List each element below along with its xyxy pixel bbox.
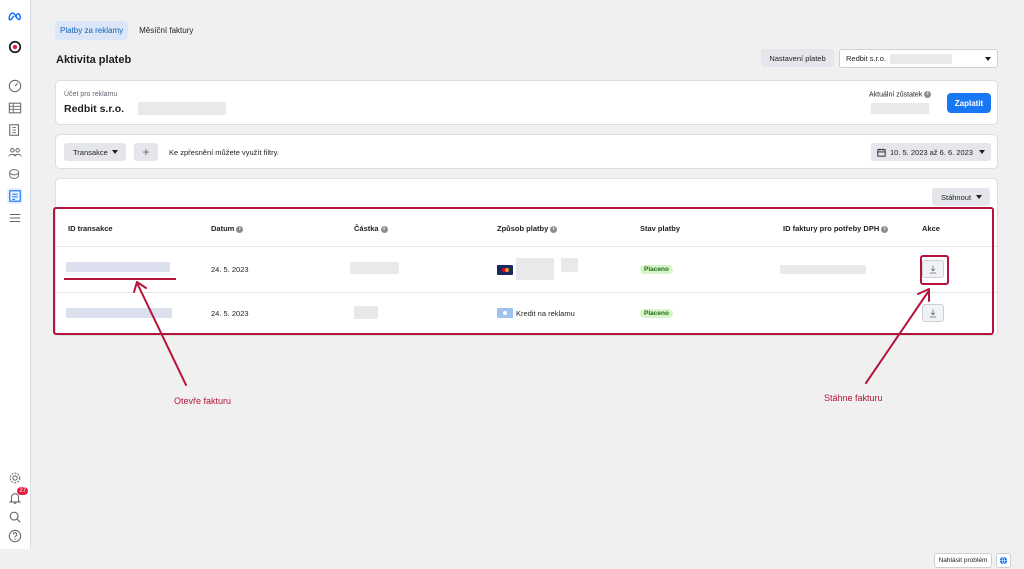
transaction-underline xyxy=(64,278,176,280)
globe-icon xyxy=(999,556,1008,565)
bell-icon[interactable]: 27 xyxy=(7,487,28,506)
tab-ad-payments[interactable]: Platby za reklamy xyxy=(55,21,129,40)
download-all-button[interactable]: Stáhnout xyxy=(932,188,990,206)
download-highlight-frame xyxy=(920,255,949,285)
open-invoice-annotation: Otevře fakturu xyxy=(174,396,232,406)
left-nav-rail: 27 xyxy=(0,0,31,549)
balance-label: Aktuální zůstatek i xyxy=(869,91,932,98)
account-select-value: Redbit s.r.o. xyxy=(846,54,887,63)
notification-count-badge: 27 xyxy=(17,487,28,495)
calendar-icon xyxy=(877,148,886,157)
coins-icon[interactable] xyxy=(7,166,23,182)
page-title: Aktivita plateb xyxy=(56,54,132,66)
globe-button[interactable] xyxy=(996,553,1011,568)
redacted-account-number xyxy=(138,102,226,115)
add-filter-button[interactable]: + xyxy=(134,143,158,161)
table-icon[interactable] xyxy=(7,100,23,116)
redacted-account-id xyxy=(890,53,953,64)
chevron-down-icon xyxy=(985,57,991,61)
info-icon[interactable]: i xyxy=(924,91,932,98)
help-icon[interactable] xyxy=(7,528,23,544)
payment-settings-button[interactable]: Nastavení plateb xyxy=(761,49,834,67)
account-name: Redbit s.r.o. xyxy=(64,103,125,115)
gear-icon[interactable] xyxy=(7,470,23,486)
chevron-down-icon xyxy=(112,150,118,154)
brand-icon[interactable] xyxy=(7,39,23,55)
tab-monthly-invoices[interactable]: Měsíční faktury xyxy=(134,21,198,40)
chevron-down-icon xyxy=(979,150,985,154)
redacted-balance xyxy=(871,103,929,114)
filter-hint: Ke zpřesnění můžete využít filtry. xyxy=(169,148,279,157)
report-problem-button[interactable]: Nahlásit problém xyxy=(934,553,992,568)
pay-button[interactable]: Zaplatit xyxy=(947,93,991,113)
search-icon[interactable] xyxy=(7,509,23,525)
account-card: Účet pro reklamu Redbit s.r.o. Aktuální … xyxy=(55,80,998,125)
download-invoice-annotation: Stáhne fakturu xyxy=(824,393,883,403)
account-select[interactable]: Redbit s.r.o. xyxy=(839,49,998,68)
billing-tabs: Platby za reklamy Měsíční faktury xyxy=(55,21,198,40)
audience-icon[interactable] xyxy=(7,144,23,160)
speedometer-icon[interactable] xyxy=(7,78,23,94)
transactions-filter-button[interactable]: Transakce xyxy=(64,143,126,161)
pages-icon[interactable] xyxy=(7,122,23,138)
account-label: Účet pro reklamu xyxy=(64,91,118,98)
filters-bar: Transakce + Ke zpřesnění můžete využít f… xyxy=(55,134,998,169)
table-highlight-frame xyxy=(53,207,994,335)
date-range-picker[interactable]: 10. 5. 2023 až 6. 6. 2023 xyxy=(871,143,991,161)
menu-icon[interactable] xyxy=(7,210,23,226)
billing-icon[interactable] xyxy=(7,188,23,204)
chevron-down-icon xyxy=(976,195,982,199)
meta-logo-icon[interactable] xyxy=(7,8,23,24)
